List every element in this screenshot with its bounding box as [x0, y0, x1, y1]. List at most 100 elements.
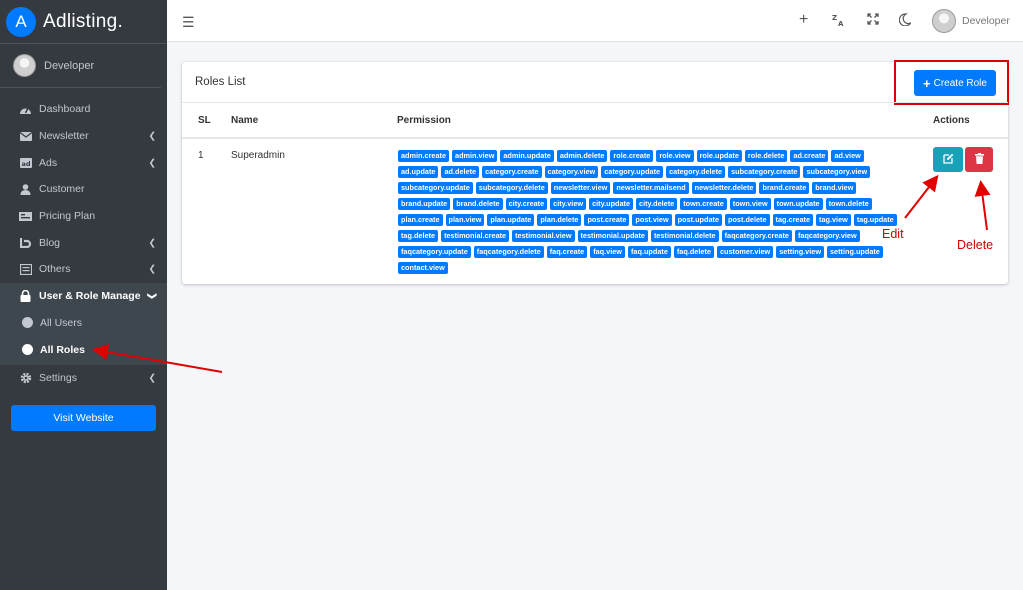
chevron-down-icon: ❯ [147, 292, 158, 300]
plus-icon[interactable]: + [799, 11, 808, 29]
user-icon [19, 184, 32, 195]
trash-icon [974, 151, 984, 169]
circle-icon [22, 344, 33, 356]
permission-badge: faqcategory.create [721, 230, 792, 242]
ad-icon: ad [19, 157, 32, 168]
permission-badge: faqcategory.delete [473, 246, 544, 258]
permission-badge: ad.view [831, 150, 864, 162]
permission-badge: category.view [544, 166, 599, 178]
sidebar-item-pricing-plan[interactable]: Pricing Plan [0, 203, 167, 230]
permission-badge: city.view [550, 198, 587, 210]
permission-badge: faq.delete [673, 246, 714, 258]
brand-logo: A [6, 6, 36, 37]
permission-badge: tag.create [772, 214, 814, 226]
blog-icon [19, 237, 32, 249]
delete-button[interactable] [965, 147, 993, 172]
permission-badge: ad.update [398, 166, 439, 178]
chevron-left-icon: ❮ [148, 157, 156, 168]
sidebar-item-dashboard[interactable]: Dashboard [0, 96, 167, 123]
permission-badge: plan.create [398, 214, 443, 226]
moon-icon[interactable] [898, 13, 913, 29]
permission-badge: subcategory.update [398, 182, 473, 194]
create-role-label: Create Role [933, 77, 987, 89]
permission-badge: faq.view [590, 246, 625, 258]
permission-badge: role.update [696, 150, 742, 162]
permission-badge: post.delete [725, 214, 770, 226]
permission-badge: newsletter.view [550, 182, 611, 194]
permission-badge: role.delete [744, 150, 788, 162]
sidebar-item-blog[interactable]: Blog ❮ [0, 229, 167, 256]
sidebar-item-user-role-manage[interactable]: User & Role Manage ❯ [0, 282, 167, 310]
column-header-actions: Actions [933, 115, 970, 126]
permission-badge: testimonial.delete [650, 230, 719, 242]
permission-badge: testimonial.view [512, 230, 575, 242]
permission-badge: tag.view [816, 214, 851, 226]
permission-badge: post.update [674, 214, 723, 226]
brand[interactable]: A Adlisting. [0, 0, 167, 44]
envelope-icon [19, 131, 32, 142]
permission-badge: newsletter.delete [691, 182, 757, 194]
permission-badge: subcategory.create [728, 166, 801, 178]
permission-badge: category.delete [666, 166, 726, 178]
circle-icon [22, 317, 33, 329]
permission-badge: category.create [482, 166, 542, 178]
permission-badge: setting.update [827, 246, 883, 258]
permission-badge: subcategory.view [803, 166, 871, 178]
sidebar-nav: Dashboard Newsletter ❮ ad Ads ❮ Customer [0, 96, 167, 392]
permission-badge: admin.delete [556, 150, 608, 162]
submenu-user-role: All Users All Roles [0, 309, 167, 365]
sidebar-item-newsletter[interactable]: Newsletter ❮ [0, 123, 167, 150]
permission-badge: ad.create [790, 150, 829, 162]
money-bill-icon [19, 211, 32, 222]
permission-badge: role.create [610, 150, 654, 162]
sidebar-item-label: Dashboard [39, 103, 91, 116]
permission-badge: testimonial.create [441, 230, 510, 242]
permission-badge: setting.view [776, 246, 824, 258]
permission-badge: admin.create [398, 150, 450, 162]
sidebar-item-label: All Users [40, 316, 83, 329]
permission-badge: newsletter.mailsend [613, 182, 689, 194]
permission-badge: post.create [584, 214, 630, 226]
top-navbar: ☰ + ZA Developer [167, 0, 1023, 42]
sidebar: A Adlisting. Developer Dashboard Newslet… [0, 0, 167, 590]
permission-badge: city.create [505, 198, 548, 210]
sidebar-item-all-roles[interactable]: All Roles [0, 336, 167, 363]
column-header-sl: SL [198, 115, 211, 126]
cell-name: Superadmin [231, 150, 285, 161]
cell-sl: 1 [198, 150, 204, 161]
create-role-button[interactable]: + Create Role [914, 70, 996, 96]
user-panel[interactable]: Developer [0, 44, 161, 88]
column-header-permission: Permission [397, 115, 451, 126]
dashboard-icon [19, 104, 32, 115]
sidebar-item-label: User & Role Manage [39, 290, 141, 303]
divider [182, 102, 1008, 103]
sidebar-item-settings[interactable]: Settings ❮ [0, 365, 167, 392]
roles-card: Roles List + Create Role SL Name Permiss… [182, 60, 1009, 284]
sidebar-item-customer[interactable]: Customer [0, 176, 167, 203]
menu-toggle-icon[interactable]: ☰ [182, 14, 195, 31]
sidebar-item-all-users[interactable]: All Users [0, 310, 167, 337]
sidebar-item-others[interactable]: Others ❮ [0, 256, 167, 283]
header-user-name: Developer [962, 15, 1010, 27]
header-user-menu[interactable]: Developer [932, 9, 1010, 33]
translate-icon[interactable]: ZA [832, 13, 846, 30]
permission-badge: customer.view [716, 246, 774, 258]
card-title: Roles List [195, 76, 246, 88]
permission-badge: town.create [680, 198, 727, 210]
sidebar-item-ads[interactable]: ad Ads ❮ [0, 149, 167, 176]
highlight-box: + Create Role [894, 60, 1009, 105]
sidebar-item-label: Newsletter [39, 130, 89, 143]
gear-icon [19, 372, 32, 384]
permission-badge: brand.delete [453, 198, 503, 210]
sidebar-item-label: Blog [39, 236, 61, 249]
fullscreen-icon[interactable] [867, 13, 879, 28]
avatar [13, 54, 36, 77]
permission-badge: town.update [773, 198, 823, 210]
visit-website-button[interactable]: Visit Website [11, 405, 156, 431]
lock-icon [19, 290, 32, 303]
divider [182, 137, 1008, 139]
list-icon [19, 263, 32, 275]
edit-button[interactable] [933, 147, 963, 172]
permission-badge: brand.create [759, 182, 810, 194]
permission-list: admin.create admin.view admin.update admin.… [398, 150, 906, 274]
